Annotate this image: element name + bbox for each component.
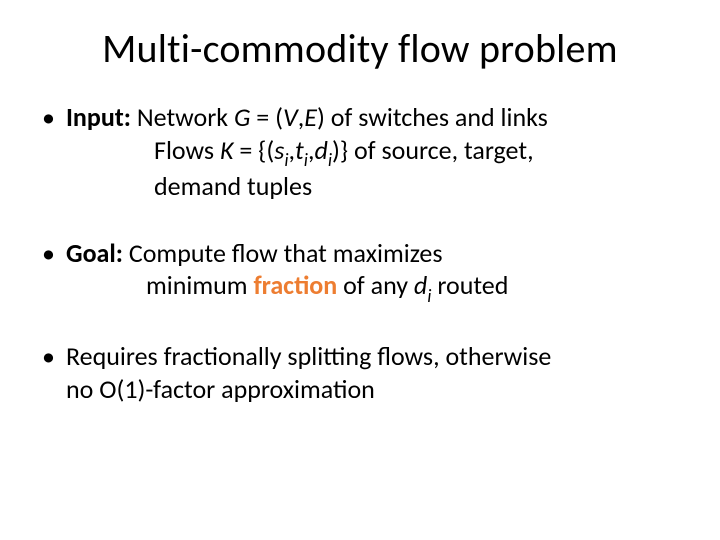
accent-fraction: fraction — [253, 269, 337, 301]
bullet-list: Input: Network G = (V,E) of switches and… — [40, 101, 680, 405]
bullet-requires: Requires fractionally splitting flows, o… — [40, 340, 680, 405]
goal-line2: minimum fraction of any di routed — [66, 269, 680, 306]
req-line1: Requires fractionally splitting flows, o… — [66, 340, 551, 372]
bullet-goal: Goal: Compute flow that maximizes minimu… — [40, 237, 680, 306]
input-line2: Flows K = {(si,ti,di)} of source, target… — [66, 134, 680, 171]
input-line3: demand tuples — [66, 170, 680, 203]
input-line1: Network G = (V,E) of switches and links — [137, 101, 548, 133]
input-label: Input: — [66, 101, 131, 133]
bullet-input: Input: Network G = (V,E) of switches and… — [40, 101, 680, 203]
slide-title: Multi-commodity flow problem — [40, 24, 680, 73]
slide: Multi-commodity flow problem Input: Netw… — [0, 0, 720, 540]
req-line2: no O(1)-factor approximation — [66, 373, 375, 405]
goal-label: Goal: — [66, 237, 123, 269]
goal-line1: Compute flow that maximizes — [129, 237, 443, 269]
